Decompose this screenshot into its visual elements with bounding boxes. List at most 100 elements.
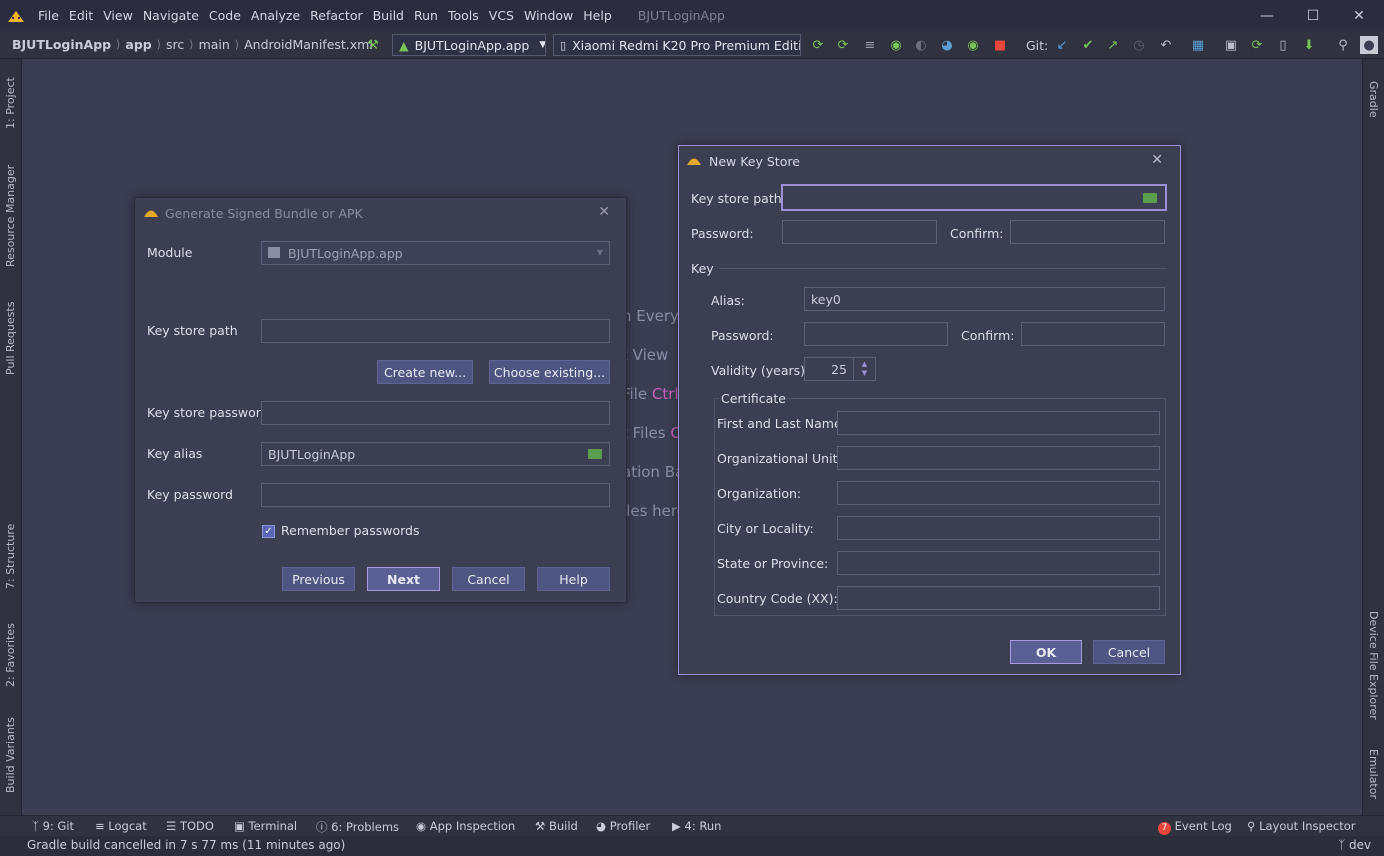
close-icon[interactable]: ✕ (598, 204, 610, 220)
git-branch-widget[interactable]: ᛉ dev (1338, 838, 1371, 852)
tool-tab-problems[interactable]: ⓘ 6: Problems (316, 819, 399, 835)
layout-inspector-tab[interactable]: ⚲ Layout Inspector (1247, 819, 1356, 833)
tool-tab-device-file-explorer[interactable]: Device File Explorer (1367, 611, 1380, 741)
alias-input[interactable]: key0 (804, 287, 1165, 311)
key-store-path-input[interactable] (261, 319, 610, 343)
tool-tab-terminal[interactable]: ▣ Terminal (234, 819, 297, 833)
validity-input[interactable]: 25 (804, 357, 854, 381)
device-select[interactable]: ▯ Xiaomi Redmi K20 Pro Premium Edition (553, 34, 801, 56)
key-password-input[interactable] (261, 483, 610, 507)
spinner-down-icon[interactable]: ▼ (862, 369, 867, 378)
organization-input[interactable] (837, 481, 1160, 505)
tool-tab-build-variants[interactable]: Build Variants (4, 713, 17, 793)
city-input[interactable] (837, 516, 1160, 540)
menu-view[interactable]: View (103, 8, 141, 23)
menu-edit[interactable]: Edit (69, 8, 101, 23)
tool-tab-resource-manager[interactable]: Resource Manager (4, 157, 17, 267)
ok-button[interactable]: OK (1010, 640, 1082, 664)
key-password-input[interactable] (804, 322, 948, 346)
maximize-button[interactable]: ☐ (1290, 0, 1336, 31)
event-log-tab[interactable]: 7 Event Log (1158, 819, 1232, 835)
remember-passwords-checkbox[interactable]: ✓ (262, 525, 275, 538)
menu-file[interactable]: File (38, 8, 67, 23)
profile-icon[interactable]: ◐ (912, 36, 930, 54)
layout-icon[interactable]: ▣ (1222, 36, 1240, 54)
choose-existing-button[interactable]: Choose existing... (489, 360, 610, 384)
cancel-button[interactable]: Cancel (452, 567, 525, 591)
tool-tab-favorites[interactable]: 2: Favorites (4, 617, 17, 687)
menu-run[interactable]: Run (414, 8, 446, 23)
menu-help[interactable]: Help (583, 8, 620, 23)
menu-tools[interactable]: Tools (448, 8, 487, 23)
password-input[interactable] (782, 220, 937, 244)
minimize-button[interactable]: — (1244, 0, 1290, 31)
menu-refactor[interactable]: Refactor (310, 8, 370, 23)
breadcrumb-main[interactable]: main (199, 37, 230, 52)
tool-tab-logcat[interactable]: ≡ Logcat (95, 819, 147, 833)
key-alias-input[interactable]: BJUTLoginApp (261, 442, 610, 466)
tool-tab-run[interactable]: ▶ 4: Run (672, 819, 721, 833)
organizational-unit-input[interactable] (837, 446, 1160, 470)
close-window-button[interactable]: ✕ (1336, 0, 1382, 31)
sync-gradle-icon[interactable]: ⟳ (1248, 36, 1266, 54)
tool-tab-emulator[interactable]: Emulator (1367, 749, 1380, 809)
tool-tab-structure[interactable]: 7: Structure (4, 519, 17, 589)
folder-icon[interactable] (1143, 193, 1157, 203)
tool-tab-git[interactable]: ᛉ 9: Git (32, 819, 74, 833)
menu-navigate[interactable]: Navigate (143, 8, 207, 23)
tool-tab-project[interactable]: 1: Project (4, 69, 17, 129)
key-confirm-input[interactable] (1021, 322, 1165, 346)
apply-code-changes-icon[interactable]: ⟳ (834, 36, 852, 54)
confirm-input[interactable] (1010, 220, 1165, 244)
attach-debugger-icon[interactable]: ◉ (964, 36, 982, 54)
breadcrumb-manifest[interactable]: AndroidManifest.xml (244, 37, 373, 52)
debug-icon[interactable]: ◉ (887, 36, 905, 54)
menu-window[interactable]: Window (524, 8, 581, 23)
menu-code[interactable]: Code (209, 8, 249, 23)
project-structure-icon[interactable]: ▦ (1189, 36, 1207, 54)
key-store-password-input[interactable] (261, 401, 610, 425)
account-avatar[interactable]: ● (1360, 36, 1378, 54)
validity-spinner[interactable]: ▲ ▼ (853, 357, 876, 381)
git-update-icon[interactable]: ↙ (1053, 36, 1071, 54)
country-code-input[interactable] (837, 586, 1160, 610)
tool-tab-gradle[interactable]: Gradle (1367, 81, 1380, 131)
tool-tab-profiler[interactable]: ◕ Profiler (596, 819, 650, 833)
tool-tab-build[interactable]: ⚒ Build (535, 819, 578, 833)
sdk-manager-icon[interactable]: ⬇ (1300, 36, 1318, 54)
first-last-name-input[interactable] (837, 411, 1160, 435)
apply-changes-icon[interactable]: ⟳ (809, 36, 827, 54)
tool-tab-todo[interactable]: ☰ TODO (166, 819, 214, 833)
coverage-icon[interactable]: ≡ (861, 36, 879, 54)
run-config-select[interactable]: ▲ BJUTLoginApp.app ▼ (392, 34, 546, 56)
folder-icon[interactable] (588, 449, 602, 459)
spinner-up-icon[interactable]: ▲ (862, 360, 867, 369)
hammer-build-icon[interactable]: ⚒ (364, 36, 382, 54)
git-push-icon[interactable]: ↗ (1104, 36, 1122, 54)
history-icon[interactable]: ◷ (1130, 36, 1148, 54)
close-icon[interactable]: ✕ (1151, 152, 1163, 168)
menu-analyze[interactable]: Analyze (251, 8, 308, 23)
previous-button[interactable]: Previous (282, 567, 355, 591)
cancel-button[interactable]: Cancel (1093, 640, 1165, 664)
next-button[interactable]: Next (367, 567, 440, 591)
search-icon[interactable]: ⚲ (1334, 36, 1352, 54)
avd-manager-icon[interactable]: ▯ (1274, 36, 1292, 54)
stop-icon[interactable]: ■ (991, 36, 1009, 54)
breadcrumb-app[interactable]: app (125, 37, 151, 52)
menu-vcs[interactable]: VCS (489, 8, 522, 23)
tool-tab-app-inspection[interactable]: ◉ App Inspection (416, 819, 515, 833)
menu-build[interactable]: Build (373, 8, 412, 23)
git-commit-icon[interactable]: ✔ (1079, 36, 1097, 54)
run-icon: ▶ (672, 819, 685, 833)
create-new-button[interactable]: Create new... (377, 360, 473, 384)
breadcrumb-project[interactable]: BJUTLoginApp (12, 37, 111, 52)
rollback-icon[interactable]: ↶ (1157, 36, 1175, 54)
tool-tab-pull-requests[interactable]: Pull Requests (4, 295, 17, 375)
speedometer-icon[interactable]: ◕ (938, 36, 956, 54)
module-select[interactable]: BJUTLoginApp.app ▼ (261, 241, 610, 265)
help-button[interactable]: Help (537, 567, 610, 591)
key-store-path-input[interactable] (781, 184, 1167, 211)
state-input[interactable] (837, 551, 1160, 575)
breadcrumb-src[interactable]: src (166, 37, 184, 52)
